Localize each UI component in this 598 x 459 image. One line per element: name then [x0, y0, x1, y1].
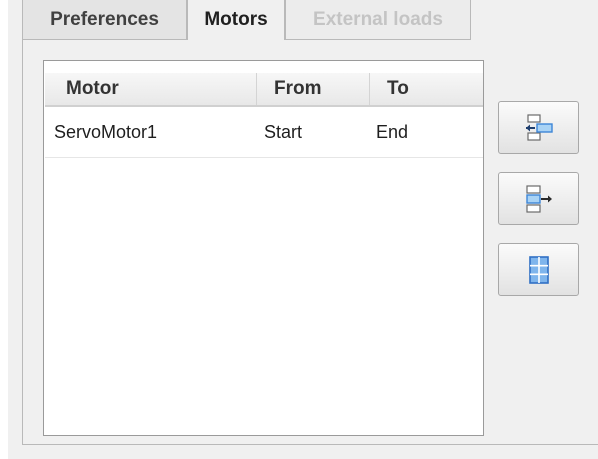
- append-row-icon: [525, 184, 552, 213]
- column-header-motor[interactable]: Motor: [45, 73, 257, 105]
- table-grid-icon: [528, 255, 549, 284]
- table-header: Motor From To: [45, 73, 483, 107]
- tab-external-loads: External loads: [285, 0, 471, 40]
- motors-dialog: Preferences Motors External loads Motor …: [0, 0, 598, 459]
- cell-to[interactable]: End: [376, 107, 408, 157]
- cell-motor[interactable]: ServoMotor1: [54, 107, 157, 157]
- cell-from[interactable]: Start: [264, 107, 302, 157]
- tab-preferences[interactable]: Preferences: [22, 0, 187, 40]
- table-grid-button[interactable]: [498, 243, 579, 296]
- motors-table[interactable]: Motor From To ServoMotor1 Start End: [43, 60, 484, 436]
- insert-row-icon: [525, 113, 553, 141]
- window-edge: [0, 0, 8, 459]
- table-row[interactable]: ServoMotor1 Start End: [45, 107, 483, 158]
- append-row-button[interactable]: [498, 172, 579, 225]
- tab-motors[interactable]: Motors: [187, 0, 285, 41]
- column-header-to[interactable]: To: [370, 73, 483, 105]
- column-header-from[interactable]: From: [257, 73, 370, 105]
- insert-row-button[interactable]: [498, 101, 579, 154]
